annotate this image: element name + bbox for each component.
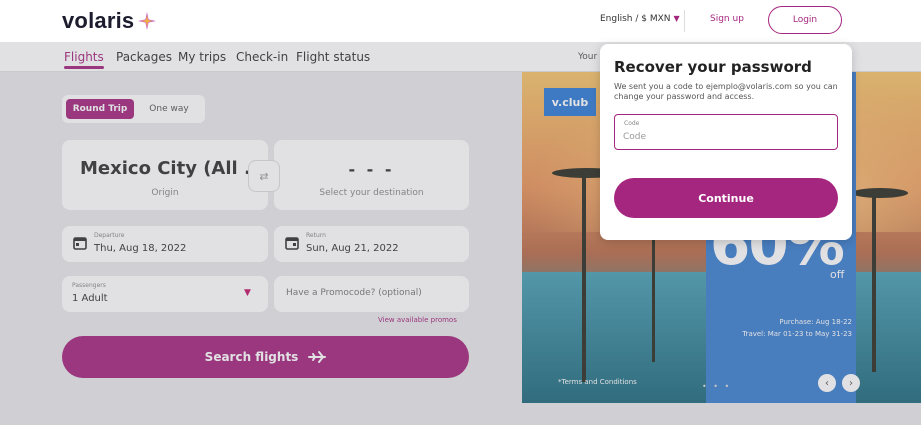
top-header: volaris English / $ MXN ▼ Sign up Login (0, 0, 921, 42)
chevron-down-icon: ▼ (673, 14, 680, 23)
volaris-logo[interactable]: volaris (62, 8, 134, 34)
sparkle-icon (138, 12, 156, 30)
modal-description: We sent you a code to ejemplo@volaris.co… (614, 82, 838, 101)
login-button[interactable]: Login (768, 6, 842, 34)
code-label: Code (624, 120, 640, 127)
language-currency-label: English / $ MXN (600, 14, 671, 24)
code-input[interactable] (623, 129, 823, 145)
signup-link[interactable]: Sign up (710, 14, 744, 24)
modal-title: Recover your password (614, 58, 812, 76)
continue-button[interactable]: Continue (614, 178, 838, 218)
header-divider (684, 10, 685, 32)
language-currency-selector[interactable]: English / $ MXN ▼ (600, 14, 680, 24)
code-field[interactable]: Code (614, 114, 838, 150)
recover-password-modal: Recover your password We sent you a code… (600, 44, 852, 240)
